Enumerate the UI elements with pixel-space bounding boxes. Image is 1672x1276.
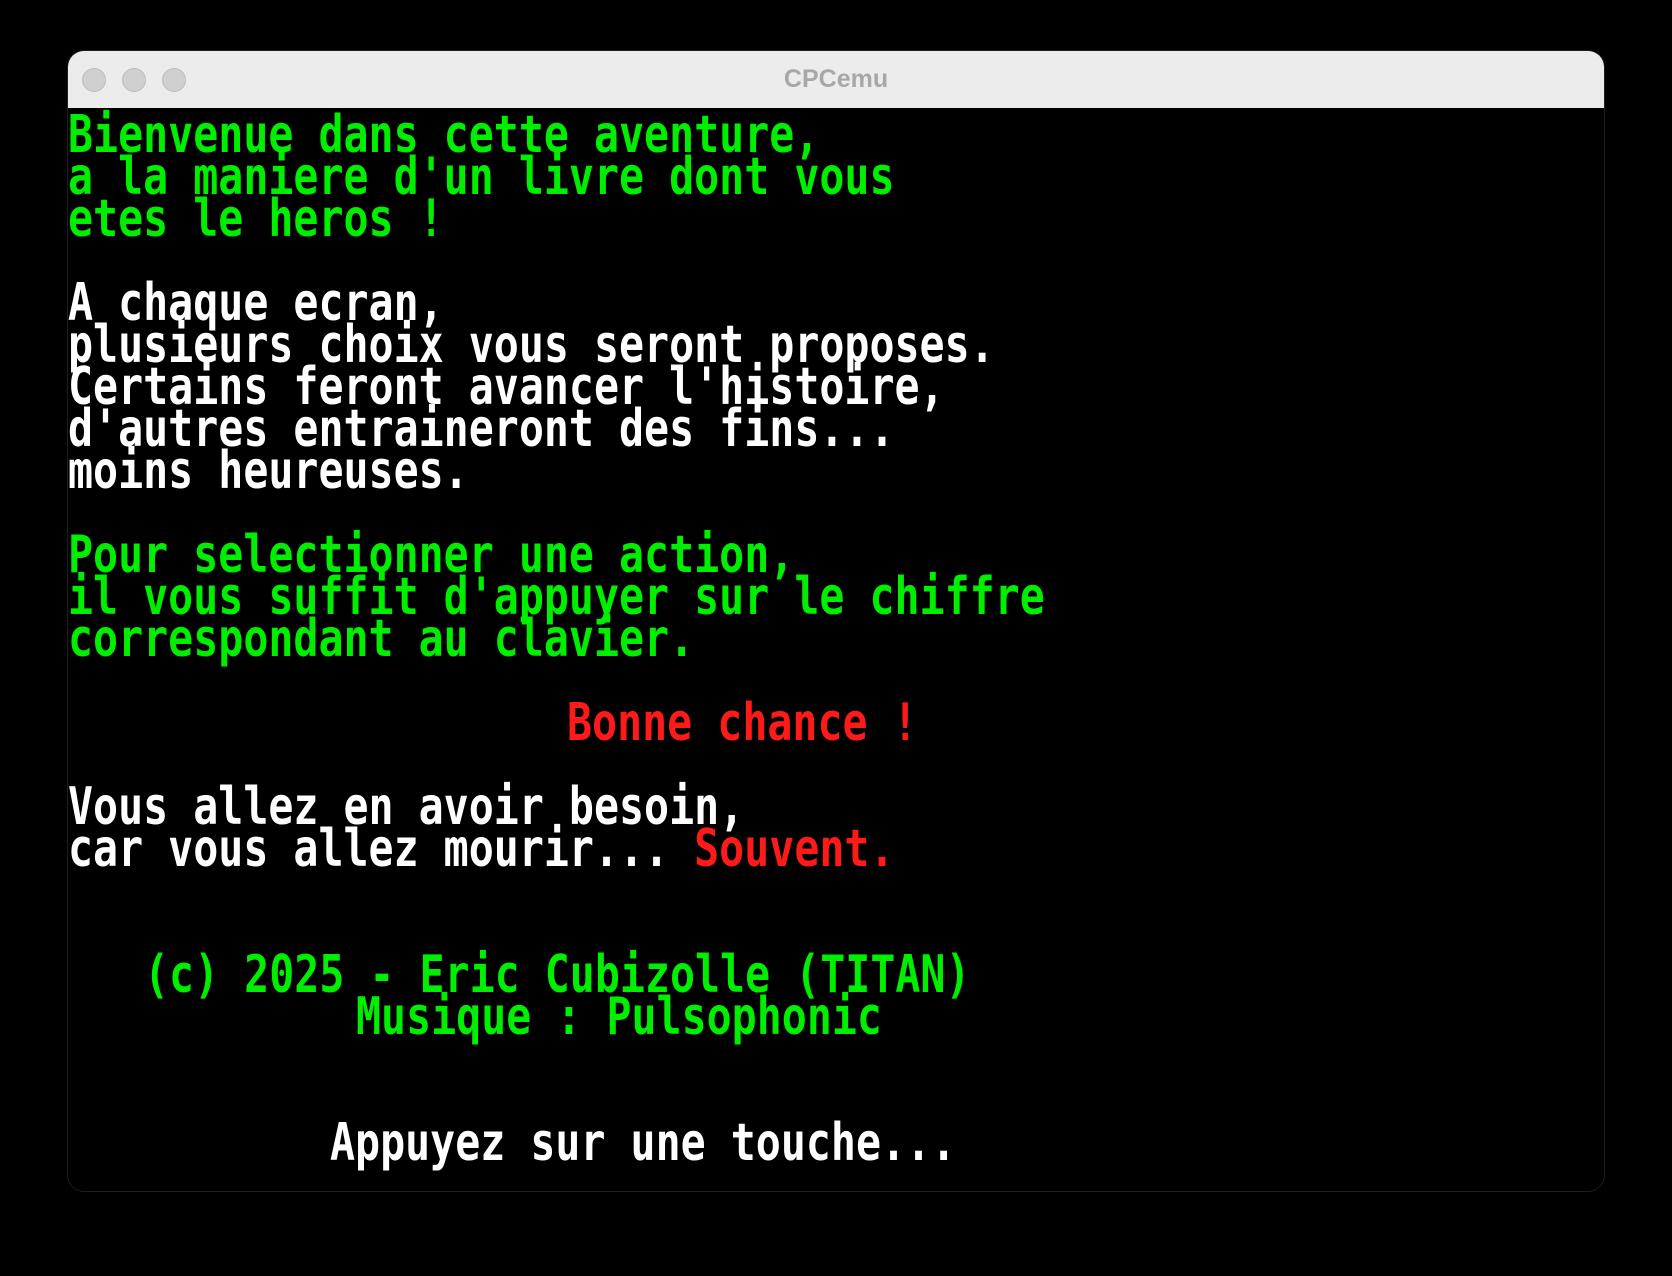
- emulator-screen[interactable]: Bienvenue dans cette aventure, a la mani…: [68, 108, 1604, 1191]
- rules-line-5: moins heureuses.: [68, 441, 469, 501]
- warning-line-2-prefix: car vous allez mourir...: [68, 819, 695, 879]
- press-any-key-prompt: Appuyez sur une touche...: [330, 1113, 957, 1173]
- title-bar[interactable]: CPCemu: [68, 51, 1604, 109]
- good-luck-text: Bonne chance !: [567, 693, 918, 753]
- warning-line-2: car vous allez mourir... Souvent.: [68, 823, 895, 875]
- instructions-line-3: correspondant au clavier.: [68, 609, 695, 669]
- emulator-window: CPCemu Bienvenue dans cette aventure, a …: [68, 51, 1604, 1191]
- warning-emphasis-text: Souvent.: [694, 819, 895, 879]
- music-credits-line: Musique : Pulsophonic: [356, 987, 882, 1047]
- window-title: CPCemu: [783, 65, 889, 93]
- intro-line-3: etes le heros !: [68, 189, 444, 249]
